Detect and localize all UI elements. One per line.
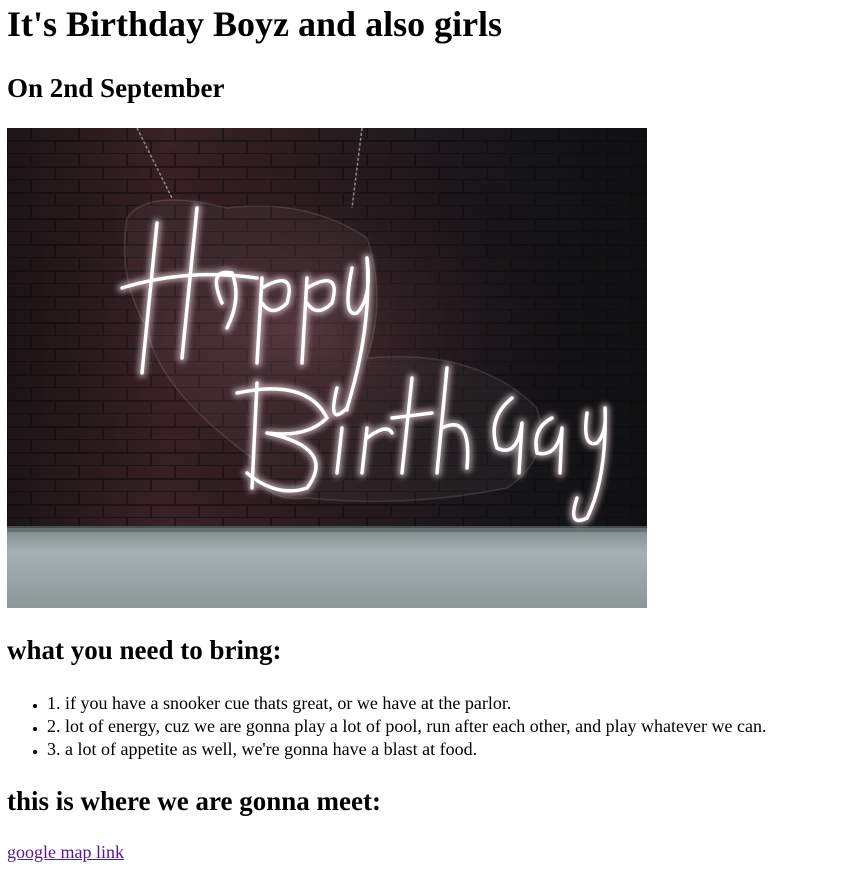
google-map-link[interactable]: google map link — [7, 841, 124, 864]
list-item: 3. a lot of appetite as well, we're gonn… — [47, 738, 766, 761]
list-item: 2. lot of energy, cuz we are gonna play … — [47, 715, 766, 738]
meet-heading: this is where we are gonna meet: — [7, 786, 381, 816]
list-item: 1. if you have a snooker cue thats great… — [47, 692, 766, 715]
happy-birthday-neon-image — [7, 128, 647, 608]
bring-heading: what you need to bring: — [7, 635, 282, 665]
event-date: On 2nd September — [7, 73, 225, 103]
bring-list: 1. if you have a snooker cue thats great… — [7, 692, 766, 761]
page-title: It's Birthday Boyz and also girls — [7, 4, 503, 44]
neon-sign-picture — [7, 128, 647, 608]
